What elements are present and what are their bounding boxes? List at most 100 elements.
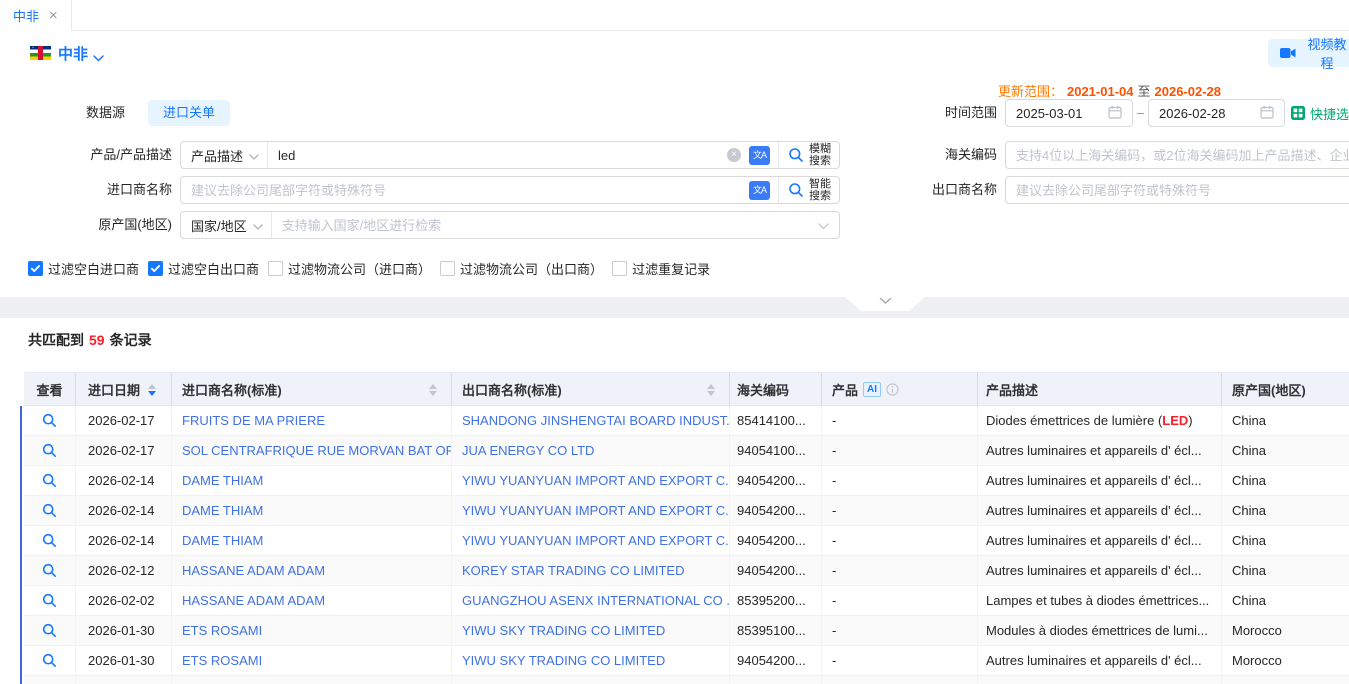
exporter-field[interactable] [1005,176,1349,204]
checkbox-checked-icon[interactable] [148,261,163,276]
tab-zhongfei[interactable]: 中非 × [0,0,72,31]
importer-label: 进口商名称 [0,176,172,204]
cell-empty [24,676,76,684]
sort-control[interactable] [707,384,715,396]
cell-hs-code: 94054200... [730,466,822,495]
cell-exporter: YIWU YUANYUAN IMPORT AND EXPORT C... [452,526,730,555]
exporter-link[interactable]: YIWU YUANYUAN IMPORT AND EXPORT C... [462,533,730,548]
origin-search-input[interactable] [272,212,818,238]
view-detail-icon[interactable] [42,533,57,548]
view-detail-icon[interactable] [42,413,57,428]
product-search-input[interactable] [268,142,727,168]
filter-checkbox[interactable]: 过滤空白出口商 [148,259,259,278]
view-detail-icon[interactable] [42,563,57,578]
importer-link[interactable]: DAME THIAM [182,533,263,548]
date-end-input[interactable] [1149,100,1260,126]
cell-import-date: 2026-02-14 [76,466,172,495]
cell-importer: ETS ROSAMI [172,616,452,645]
exporter-link[interactable]: YIWU SKY TRADING CO LIMITED [462,623,665,638]
translate-icon[interactable]: 文A [749,181,770,200]
translate-icon[interactable]: 文A [749,146,770,165]
date-start-input[interactable] [1006,100,1108,126]
view-detail-icon[interactable] [42,503,57,518]
view-detail-icon[interactable] [42,593,57,608]
chevron-down-icon[interactable] [93,50,104,65]
exporter-input[interactable] [1006,177,1349,203]
view-detail-icon[interactable] [42,623,57,638]
table-row: 2026-02-02HASSANE ADAM ADAMGUANGZHOU ASE… [24,586,1349,616]
importer-link[interactable]: SOL CENTRAFRIQUE RUE MORVAN BAT OF... [182,443,452,458]
filter-checkbox[interactable]: 过滤物流公司（进口商） [268,259,431,278]
country-title[interactable]: 中非 [58,43,88,64]
quick-select-button[interactable]: 快捷选 [1291,99,1349,127]
info-icon[interactable] [886,383,899,396]
exporter-link[interactable]: JUA ENERGY CO LTD [462,443,594,458]
filter-checkbox[interactable]: 过滤重复记录 [612,259,710,278]
importer-link[interactable]: HASSANE ADAM ADAM [182,593,325,608]
column-header-import-date[interactable]: 进口日期 [76,373,172,406]
central-african-republic-flag-icon [30,46,51,60]
column-header-importer[interactable]: 进口商名称(标准) [172,373,452,406]
importer-link[interactable]: ETS ROSAMI [182,653,262,668]
tab-close-icon[interactable]: × [49,8,58,23]
view-detail-icon[interactable] [42,443,57,458]
cell-exporter: SHANDONG JINSHENGTAI BOARD INDUST... [452,406,730,435]
exporter-link[interactable]: SHANDONG JINSHENGTAI BOARD INDUST... [462,413,730,428]
importer-input[interactable] [181,177,749,203]
column-header-view: 查看 [24,373,76,406]
checkbox-unchecked-icon[interactable] [268,261,283,276]
hs-code-input[interactable] [1006,142,1349,168]
importer-link[interactable]: FRUITS DE MA PRIERE [182,413,325,428]
clear-input-icon[interactable]: × [727,148,741,162]
importer-link[interactable]: DAME THIAM [182,473,263,488]
exporter-link[interactable]: GUANGZHOU ASENX INTERNATIONAL CO ... [462,593,730,608]
table-body: 2026-02-17FRUITS DE MA PRIERESHANDONG JI… [24,406,1349,684]
hs-code-field[interactable] [1005,141,1349,169]
video-tutorial-label: 视频教程 [1302,34,1349,72]
collapse-panel-button[interactable] [845,297,925,311]
date-end-field[interactable] [1148,99,1285,127]
panel-gap-strip [0,297,1349,318]
table-row: 2026-02-14DAME THIAMYIWU YUANYUAN IMPORT… [24,496,1349,526]
importer-link[interactable]: DAME THIAM [182,503,263,518]
view-detail-icon[interactable] [42,473,57,488]
product-type-select[interactable]: 产品描述 [181,142,267,168]
date-start-field[interactable] [1005,99,1133,127]
tab-label: 中非 [13,6,39,25]
checkbox-checked-icon[interactable] [28,261,43,276]
cell-view [24,406,76,435]
cell-exporter: YIWU YUANYUAN IMPORT AND EXPORT C... [452,496,730,525]
cell-description: Autres luminaires et appareils d' écl... [978,526,1222,555]
cell-view [24,496,76,525]
cell-view [24,556,76,585]
checkbox-unchecked-icon[interactable] [612,261,627,276]
ai-badge: AI [863,382,881,397]
filter-checkbox[interactable]: 过滤空白进口商 [28,259,139,278]
cell-hs-code: 85395100... [730,616,822,645]
cell-description: Autres luminaires et appareils d' écl... [978,466,1222,495]
origin-type-select[interactable]: 国家/地区 [181,212,271,238]
cell-hs-code: 85414100... [730,406,822,435]
checkbox-label: 过滤重复记录 [632,259,710,278]
column-header-exporter[interactable]: 出口商名称(标准) [452,373,730,406]
exporter-link[interactable]: YIWU YUANYUAN IMPORT AND EXPORT C... [462,473,730,488]
table-row: 2026-02-17FRUITS DE MA PRIERESHANDONG JI… [24,406,1349,436]
cell-exporter: KOREY STAR TRADING CO LIMITED [452,556,730,585]
checkbox-unchecked-icon[interactable] [440,261,455,276]
sort-control[interactable] [429,384,437,396]
sort-control[interactable] [148,384,156,396]
cell-view [24,646,76,675]
cell-product: - [822,616,978,645]
view-detail-icon[interactable] [42,653,57,668]
data-source-import-declaration-chip[interactable]: 进口关单 [148,100,230,126]
exporter-link[interactable]: YIWU YUANYUAN IMPORT AND EXPORT C... [462,503,730,518]
product-label: 产品/产品描述 [0,141,172,169]
importer-link[interactable]: ETS ROSAMI [182,623,262,638]
exporter-link[interactable]: YIWU SKY TRADING CO LIMITED [462,653,665,668]
video-tutorial-button[interactable]: 视频教程 [1268,39,1349,67]
importer-link[interactable]: HASSANE ADAM ADAM [182,563,325,578]
exporter-label: 出口商名称 [825,176,997,204]
exporter-link[interactable]: KOREY STAR TRADING CO LIMITED [462,563,684,578]
origin-label: 原产国(地区) [0,211,172,239]
filter-checkbox[interactable]: 过滤物流公司（出口商） [440,259,603,278]
